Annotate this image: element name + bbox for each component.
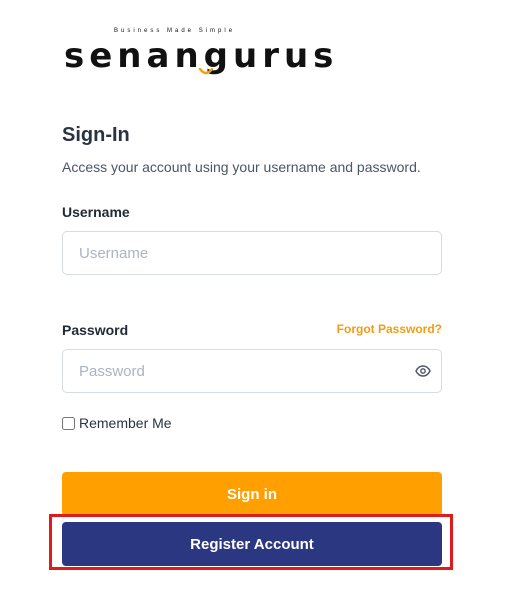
remember-me[interactable]: Remember Me bbox=[62, 415, 172, 431]
page-subtitle: Access your account using your username … bbox=[62, 159, 421, 175]
brand-logo: Business Made Simple senangurus bbox=[64, 28, 333, 88]
username-input[interactable] bbox=[63, 232, 399, 274]
page-title: Sign-In bbox=[62, 124, 130, 146]
password-label: Password bbox=[62, 322, 129, 338]
password-input[interactable] bbox=[63, 350, 399, 392]
signin-button[interactable]: Sign in bbox=[62, 472, 442, 516]
remember-me-label: Remember Me bbox=[79, 415, 172, 431]
smile-icon bbox=[198, 68, 214, 75]
register-button[interactable]: Register Account bbox=[62, 522, 442, 566]
eye-icon[interactable] bbox=[415, 363, 431, 379]
password-field-container bbox=[62, 349, 442, 393]
username-label: Username bbox=[62, 204, 130, 220]
remember-me-checkbox[interactable] bbox=[62, 416, 75, 430]
brand-tagline: Business Made Simple bbox=[114, 28, 236, 34]
username-field-container bbox=[62, 231, 442, 275]
forgot-password-link[interactable]: Forgot Password? bbox=[337, 322, 442, 336]
